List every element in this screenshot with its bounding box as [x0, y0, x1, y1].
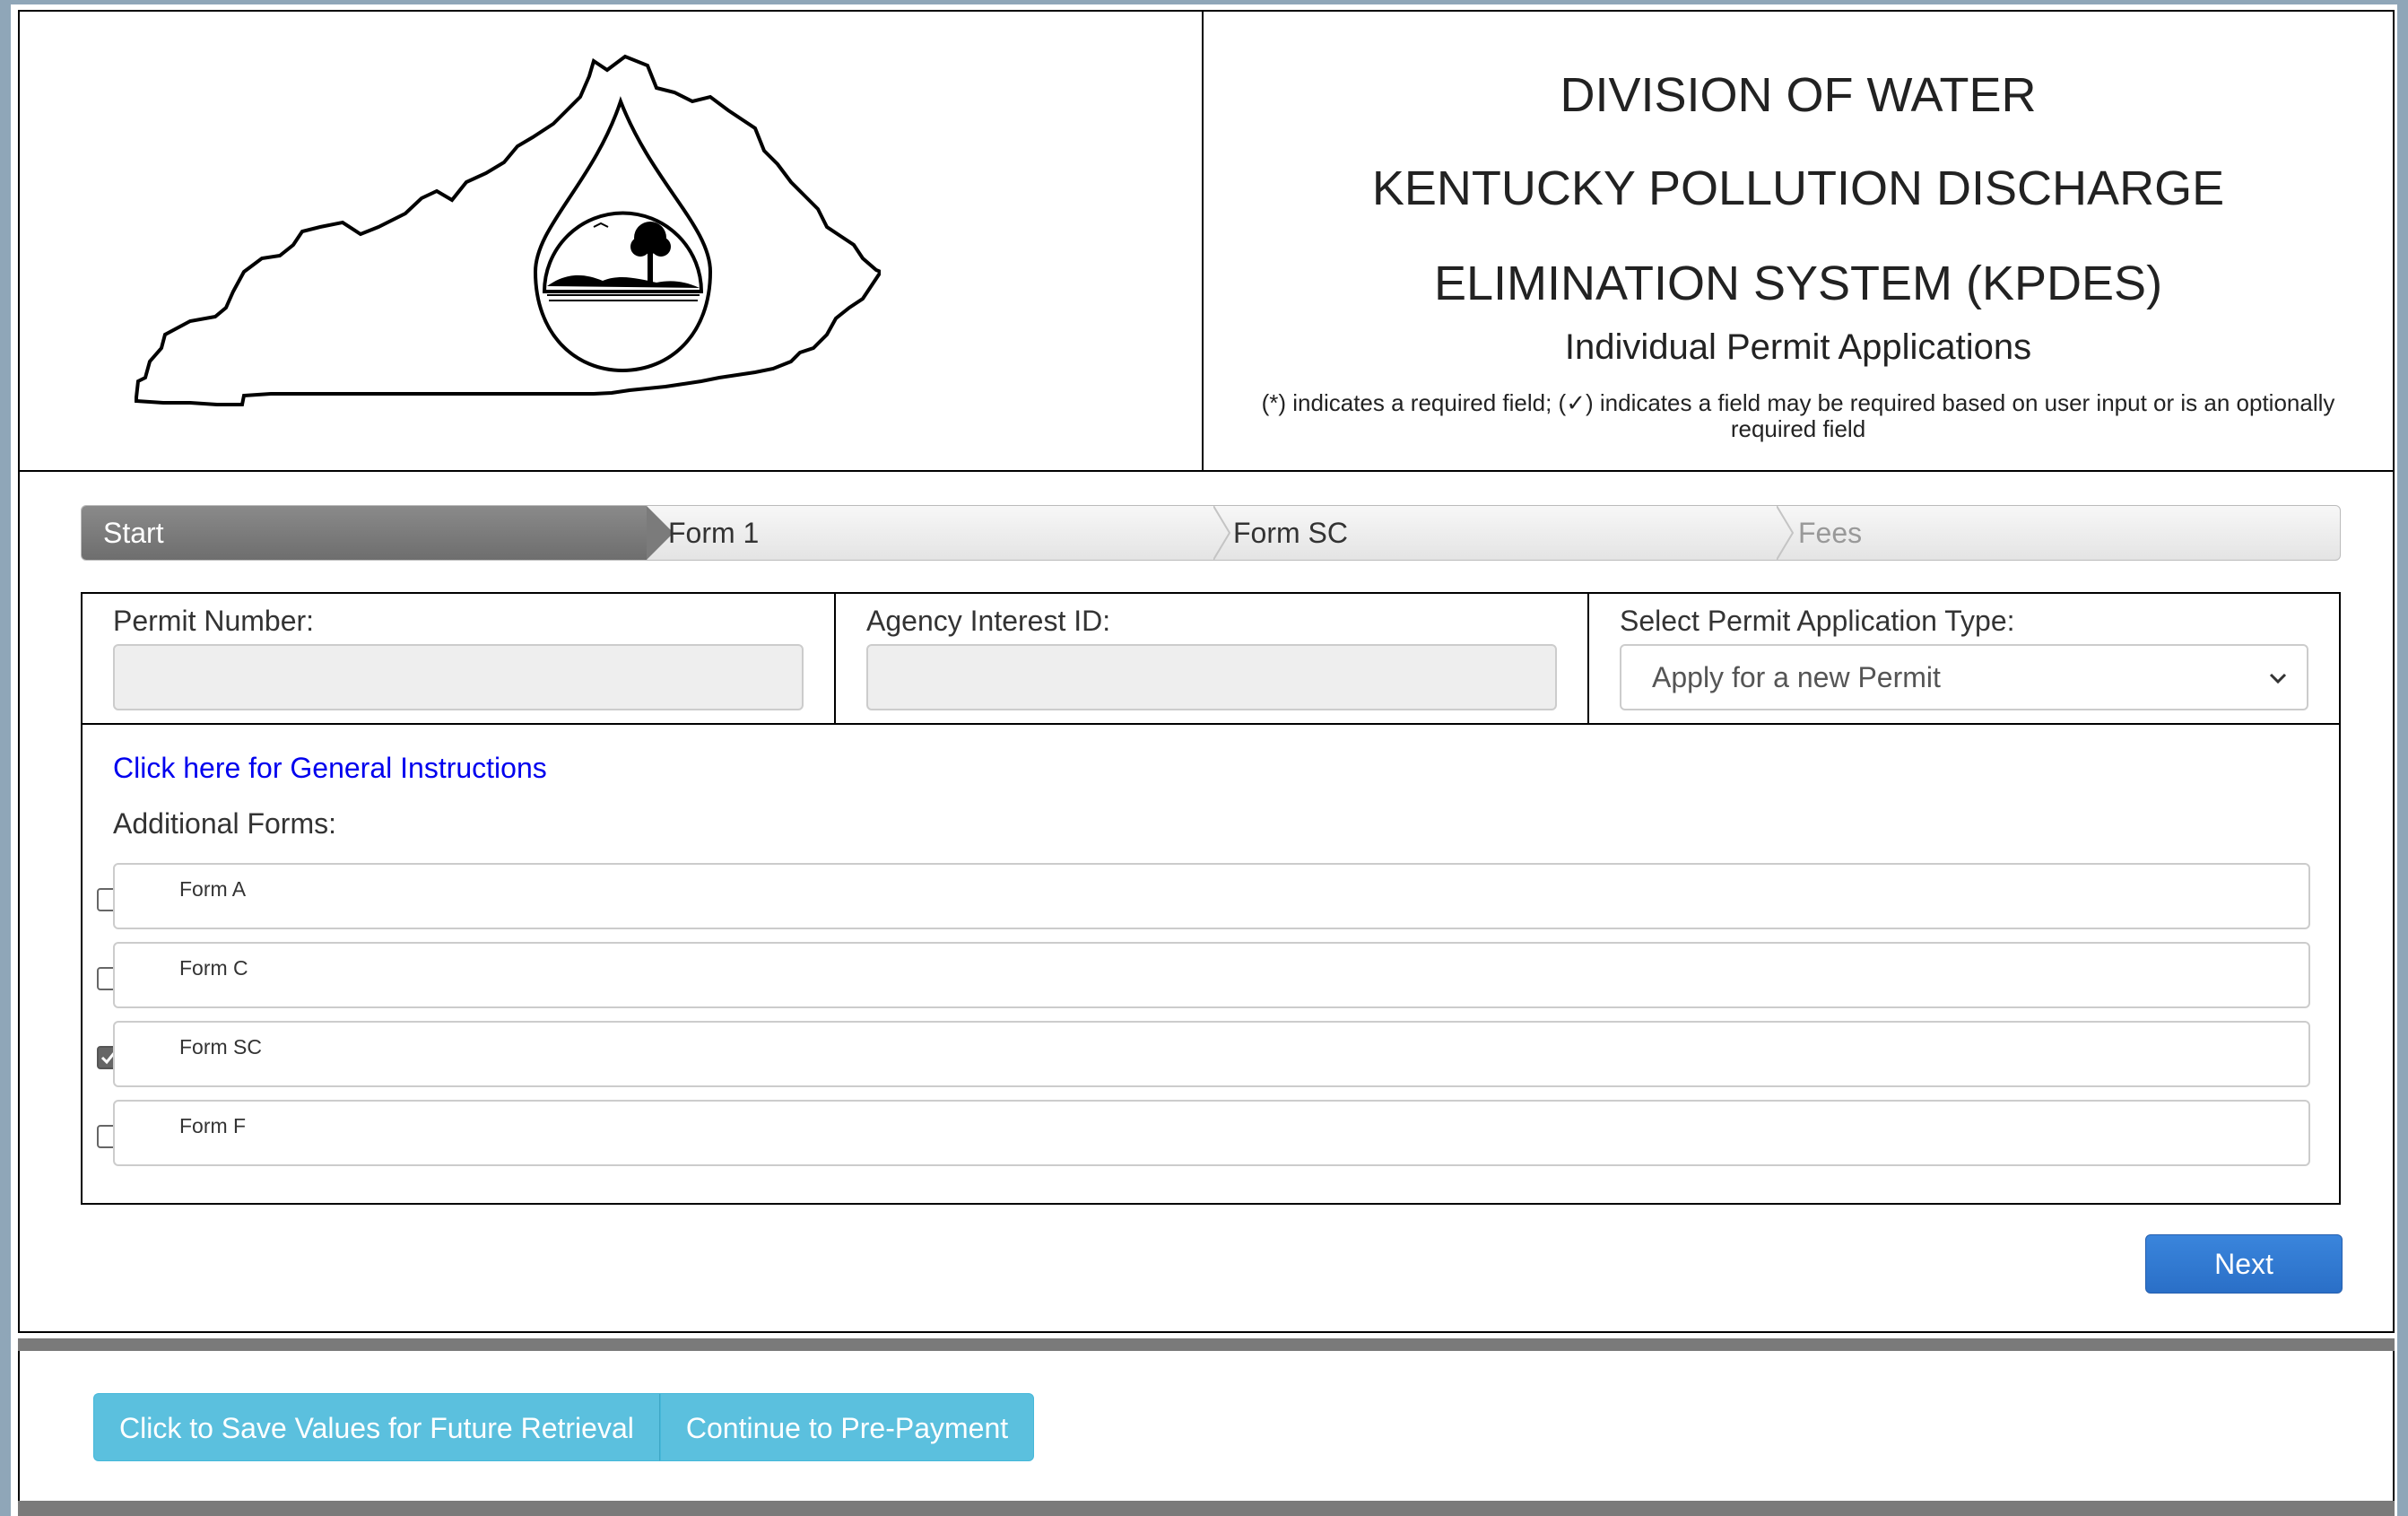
application-type-cell: Select Permit Application Type: Apply fo…	[1589, 594, 2339, 723]
form-a-label: Form A	[179, 877, 247, 901]
footer-divider	[18, 1501, 2395, 1516]
application-form-panel: Start Form 1 Form SC Fees Permit Number:…	[18, 472, 2395, 1333]
form-c-label: Form C	[179, 956, 248, 980]
save-button-group: Click to Save Values for Future Retrieva…	[93, 1393, 1035, 1461]
agency-interest-cell: Agency Interest ID:	[836, 594, 1589, 723]
form-c-item: Form C	[113, 942, 2310, 1008]
page-header: DIVISION OF WATER KENTUCKY POLLUTION DIS…	[18, 10, 2395, 472]
agency-interest-label: Agency Interest ID:	[866, 605, 1111, 637]
section-divider	[18, 1338, 2395, 1351]
chevron-down-icon	[2269, 673, 2287, 684]
additional-forms-label: Additional Forms:	[113, 807, 336, 840]
required-field-note: (*) indicates a required field; (✓) indi…	[1261, 389, 2335, 442]
form-sc-label: Form SC	[179, 1035, 262, 1059]
form-a-item: Form A	[113, 863, 2310, 929]
form-sc-item: Form SC	[113, 1021, 2310, 1087]
application-type-value: Apply for a new Permit	[1652, 661, 1941, 693]
form-f-label: Form F	[179, 1114, 247, 1137]
header-line-2: KENTUCKY POLLUTION DISCHARGE	[1371, 161, 2225, 215]
permit-form: Permit Number: Agency Interest ID: Selec…	[81, 592, 2341, 1205]
save-values-button[interactable]: Click to Save Values for Future Retrieva…	[93, 1393, 660, 1461]
header-title-panel: DIVISION OF WATER KENTUCKY POLLUTION DIS…	[1204, 12, 2393, 470]
kentucky-logo-panel	[20, 12, 1204, 470]
kentucky-water-drop-logo	[135, 54, 881, 406]
permit-number-cell: Permit Number:	[83, 594, 836, 723]
permit-number-label: Permit Number:	[113, 605, 315, 637]
header-line-3: ELIMINATION SYSTEM (KPDES)	[1433, 257, 2163, 310]
permit-number-input[interactable]	[113, 644, 804, 710]
header-line-1: DIVISION OF WATER	[1560, 68, 2037, 122]
agency-interest-input[interactable]	[866, 644, 1557, 710]
wizard-step-fees: Fees	[1798, 517, 1863, 549]
general-instructions-link[interactable]: Click here for General Instructions	[113, 752, 547, 785]
next-button[interactable]: Next	[2145, 1234, 2343, 1294]
permit-fields-row: Permit Number: Agency Interest ID: Selec…	[83, 594, 2339, 725]
form-f-item: Form F	[113, 1100, 2310, 1166]
wizard-steps: Start Form 1 Form SC Fees	[81, 505, 2341, 561]
wizard-step-form-1[interactable]: Form 1	[647, 506, 1212, 560]
save-actions-panel: Click to Save Values for Future Retrieva…	[18, 1351, 2395, 1502]
header-subtitle: Individual Permit Applications	[1564, 327, 2032, 367]
application-type-select[interactable]: Apply for a new Permit	[1620, 644, 2308, 710]
wizard-step-start[interactable]: Start	[82, 506, 674, 560]
wizard-step-form-sc[interactable]: Form SC	[1212, 506, 1777, 560]
application-type-label: Select Permit Application Type:	[1620, 605, 2015, 637]
continue-pre-payment-button[interactable]: Continue to Pre-Payment	[659, 1393, 1035, 1461]
